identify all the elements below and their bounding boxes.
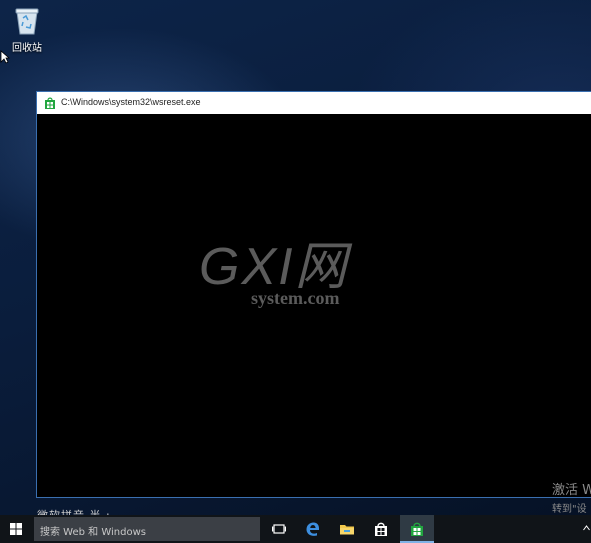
recycle-bin-label: 回收站 (12, 43, 42, 54)
store-app-icon (45, 97, 55, 109)
windows-logo-icon (10, 523, 22, 535)
wsreset-taskbar-button[interactable] (400, 515, 434, 543)
recycle-bin-icon (15, 8, 39, 35)
file-explorer-button[interactable] (330, 515, 364, 543)
tray-overflow-chevron-icon[interactable] (583, 525, 590, 531)
taskbar: 搜索 Web 和 Windows (0, 515, 591, 543)
recycle-bin-shortcut[interactable]: 回收站 (6, 4, 48, 54)
site-watermark: GXI网 system.com (199, 224, 399, 334)
store-button[interactable] (364, 515, 398, 543)
watermark-domain-text: system.com (251, 288, 340, 308)
start-button[interactable] (0, 515, 34, 543)
edge-icon (306, 522, 320, 536)
store-bag-icon (375, 522, 387, 536)
windows-activation-notice: 激活 W 转到"设 (552, 479, 591, 515)
mouse-cursor-icon (0, 50, 10, 64)
desktop: 回收站 C:\Windows\system32\wsreset.exe GXI网… (0, 0, 591, 522)
window-titlebar[interactable]: C:\Windows\system32\wsreset.exe (37, 92, 591, 114)
console-output-area[interactable]: GXI网 system.com 激活 W 转到"设 微软拼音 半 : (37, 114, 591, 522)
window-title: C:\Windows\system32\wsreset.exe (61, 97, 201, 107)
task-view-icon (272, 524, 286, 534)
edge-browser-button[interactable] (296, 515, 330, 543)
taskbar-search-box[interactable]: 搜索 Web 和 Windows (34, 517, 260, 541)
activation-title: 激活 W (552, 483, 591, 498)
task-view-button[interactable] (262, 515, 296, 543)
activation-subtitle: 转到"设 (552, 504, 587, 515)
search-placeholder: 搜索 Web 和 Windows (40, 527, 146, 538)
store-app-green-icon (411, 522, 423, 536)
folder-icon (340, 525, 354, 535)
console-window[interactable]: C:\Windows\system32\wsreset.exe GXI网 sys… (36, 91, 591, 522)
